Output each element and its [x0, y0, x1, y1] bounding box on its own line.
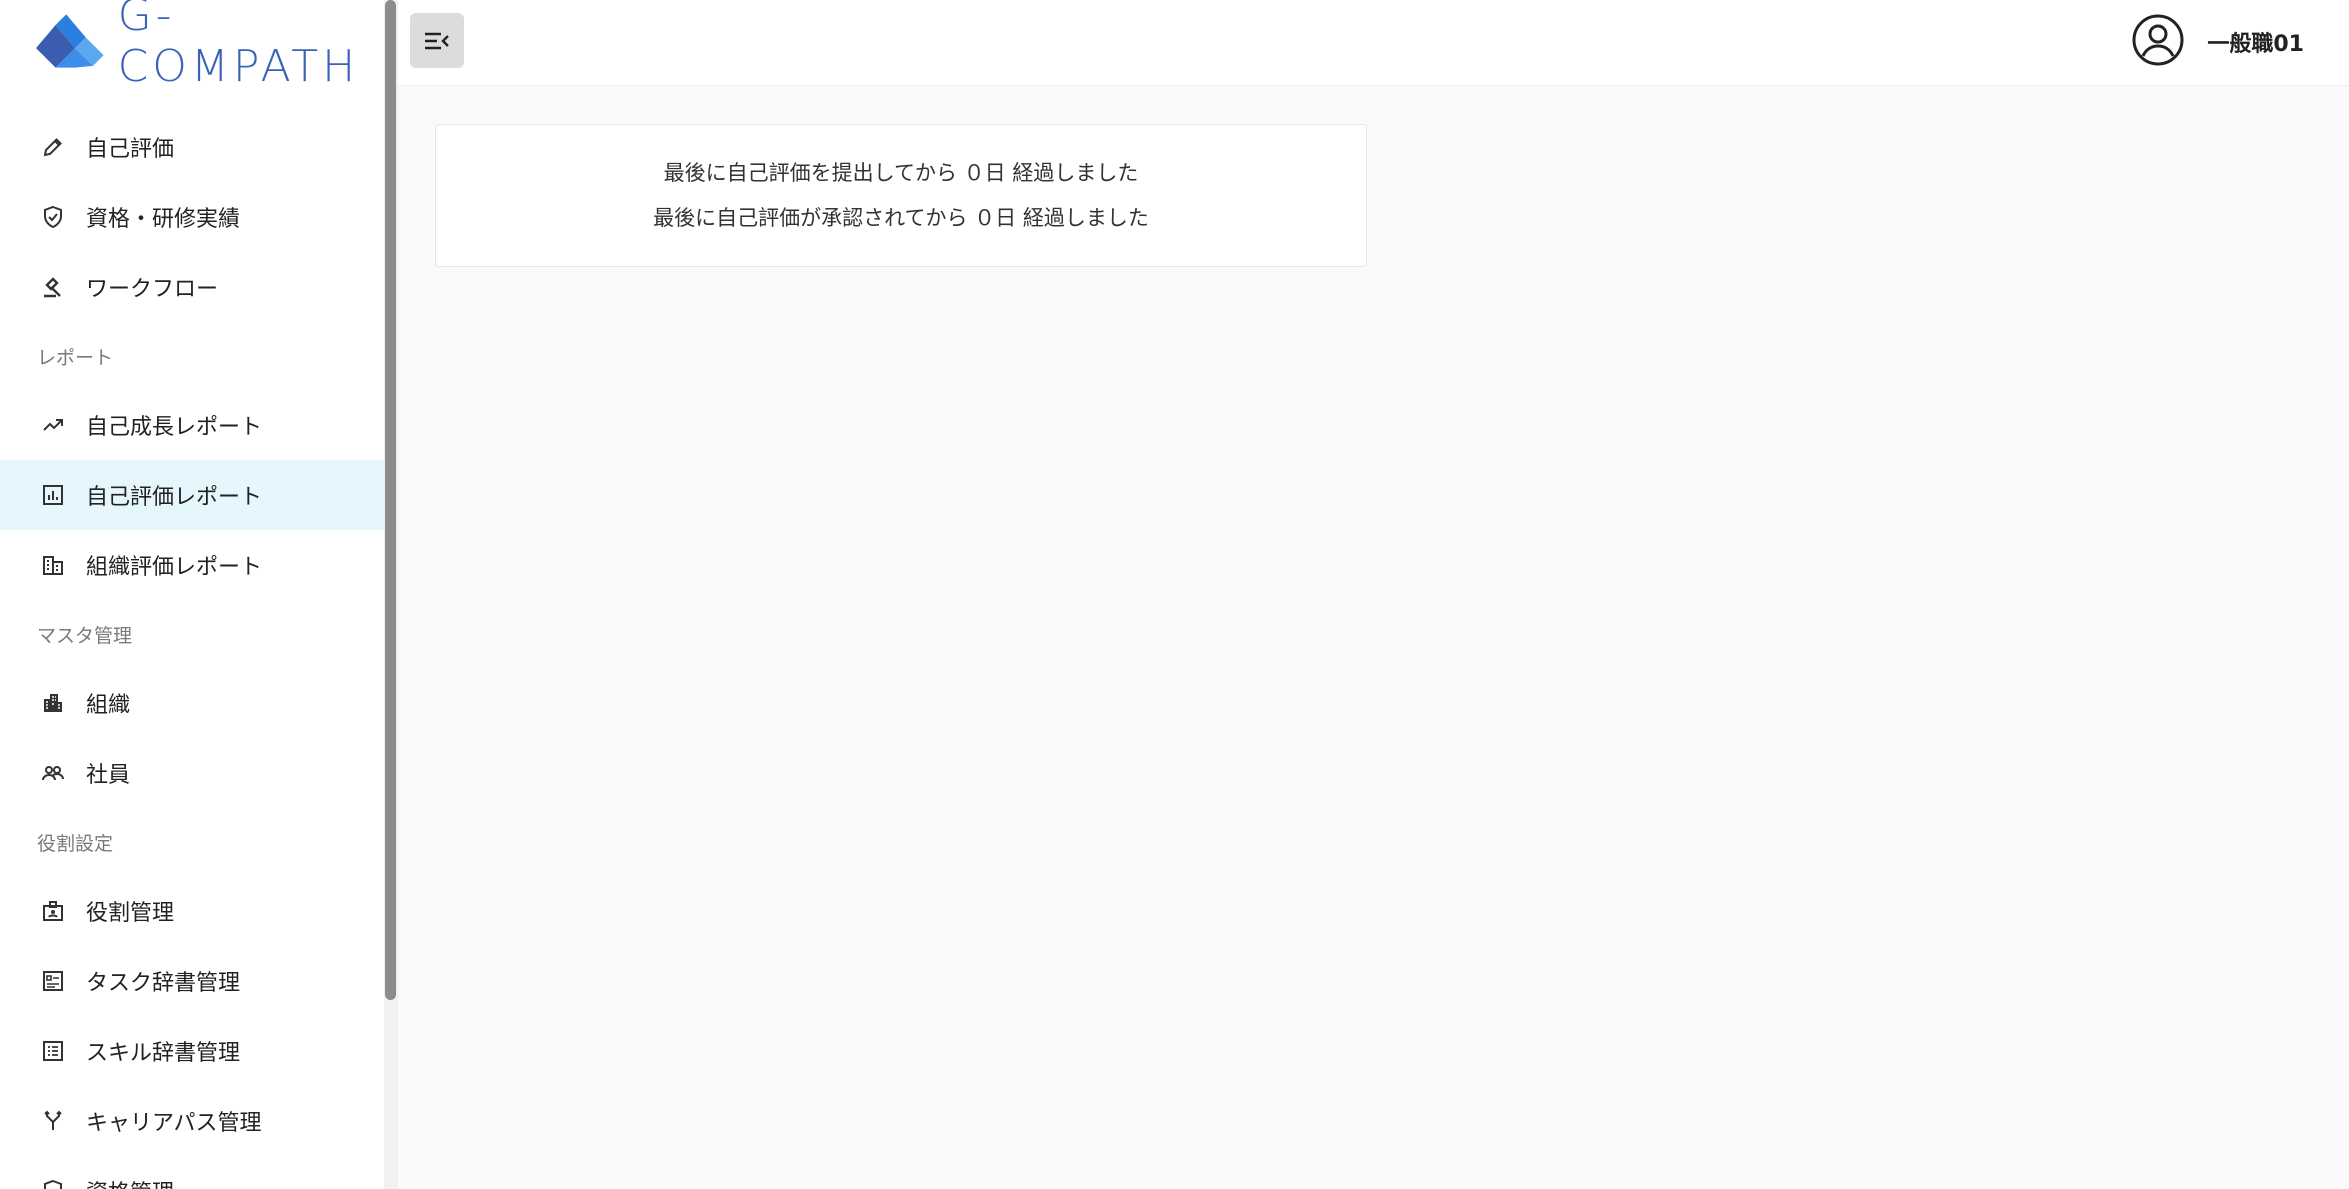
sidebar-item-qualifications[interactable]: 資格・研修実績	[0, 182, 384, 252]
sidebar-item-label: ワークフロー	[86, 277, 219, 302]
user-name: 一般職01	[2207, 32, 2304, 57]
app-root: G-COMPATH 自己評価 資格・研修実績 ワークフロー レポート 自己成長レ…	[0, 0, 2349, 1189]
sidebar-item-label: キャリアパス管理	[86, 1111, 262, 1136]
sidebar-item-label: 役割管理	[86, 901, 175, 926]
logo-mark-icon	[36, 14, 104, 68]
trending-up-icon	[40, 412, 66, 438]
sidebar-item-label: タスク辞書管理	[86, 971, 241, 996]
sidebar-item-label: 組織	[86, 693, 131, 718]
menu-collapse-button[interactable]	[410, 13, 464, 68]
list-icon	[40, 1038, 66, 1064]
sidebar-item-label: 社員	[86, 763, 131, 788]
sidebar-item-label: 自己評価	[86, 137, 175, 162]
sidebar-nav: 自己評価 資格・研修実績 ワークフロー レポート 自己成長レポート 自己評価レポ…	[0, 112, 384, 1189]
sidebar-item-label: 自己成長レポート	[86, 415, 263, 440]
menu-collapse-icon	[425, 32, 449, 49]
shield-check-icon	[40, 204, 66, 230]
sidebar-item-role-management[interactable]: 役割管理	[0, 876, 384, 946]
sidebar-item-self-evaluation-report[interactable]: 自己評価レポート	[0, 460, 384, 530]
task-dictionary-icon	[40, 968, 66, 994]
evaluation-summary-card: 最後に自己評価を提出してから ０日 経過しました 最後に自己評価が承認されてから…	[435, 124, 1367, 267]
sidebar-item-label: 資格管理	[86, 1175, 174, 1189]
sidebar-item-employees[interactable]: 社員	[0, 738, 384, 808]
sidebar-scrollbar-thumb[interactable]	[385, 0, 396, 1000]
logo[interactable]: G-COMPATH	[36, 0, 384, 92]
sidebar-item-organization[interactable]: 組織	[0, 668, 384, 738]
sidebar: G-COMPATH 自己評価 資格・研修実績 ワークフロー レポート 自己成長レ…	[0, 0, 384, 1189]
sidebar-item-career-path[interactable]: キャリアパス管理	[0, 1086, 384, 1156]
sidebar-item-qualification-management[interactable]: 資格管理	[0, 1156, 384, 1189]
sidebar-item-growth-report[interactable]: 自己成長レポート	[0, 390, 384, 460]
pencil-icon	[40, 134, 66, 160]
last-approved-message: 最後に自己評価が承認されてから ０日 経過しました	[653, 205, 1149, 230]
sidebar-item-workflow[interactable]: ワークフロー	[0, 252, 384, 322]
last-submitted-message: 最後に自己評価を提出してから ０日 経過しました	[663, 160, 1139, 185]
shield-icon	[40, 1178, 66, 1189]
people-icon	[40, 760, 66, 786]
section-master-management: マスタ管理	[37, 624, 133, 647]
gavel-icon	[40, 274, 66, 300]
sidebar-item-label: スキル辞書管理	[86, 1041, 241, 1066]
sidebar-item-task-dictionary[interactable]: タスク辞書管理	[0, 946, 384, 1016]
top-header: 一般職01	[398, 0, 2349, 86]
main-content: 最後に自己評価を提出してから ０日 経過しました 最後に自己評価が承認されてから…	[398, 86, 2349, 1189]
sidebar-item-skill-dictionary[interactable]: スキル辞書管理	[0, 1016, 384, 1086]
organization-icon	[40, 552, 66, 578]
sidebar-item-label: 自己評価レポート	[86, 485, 263, 510]
buildings-icon	[40, 690, 66, 716]
user-avatar-icon	[2131, 13, 2185, 71]
user-menu[interactable]: 一般職01	[2131, 14, 2304, 70]
section-role-settings: 役割設定	[37, 832, 114, 855]
section-reports: レポート	[37, 346, 114, 369]
bar-chart-icon	[40, 482, 66, 508]
logo-text: G-COMPATH	[117, 0, 360, 92]
sidebar-item-organization-report[interactable]: 組織評価レポート	[0, 530, 384, 600]
fork-icon	[40, 1108, 66, 1134]
badge-icon	[40, 898, 66, 924]
sidebar-item-self-evaluation[interactable]: 自己評価	[0, 112, 384, 182]
sidebar-item-label: 組織評価レポート	[86, 555, 263, 580]
sidebar-item-label: 資格・研修実績	[86, 207, 241, 232]
